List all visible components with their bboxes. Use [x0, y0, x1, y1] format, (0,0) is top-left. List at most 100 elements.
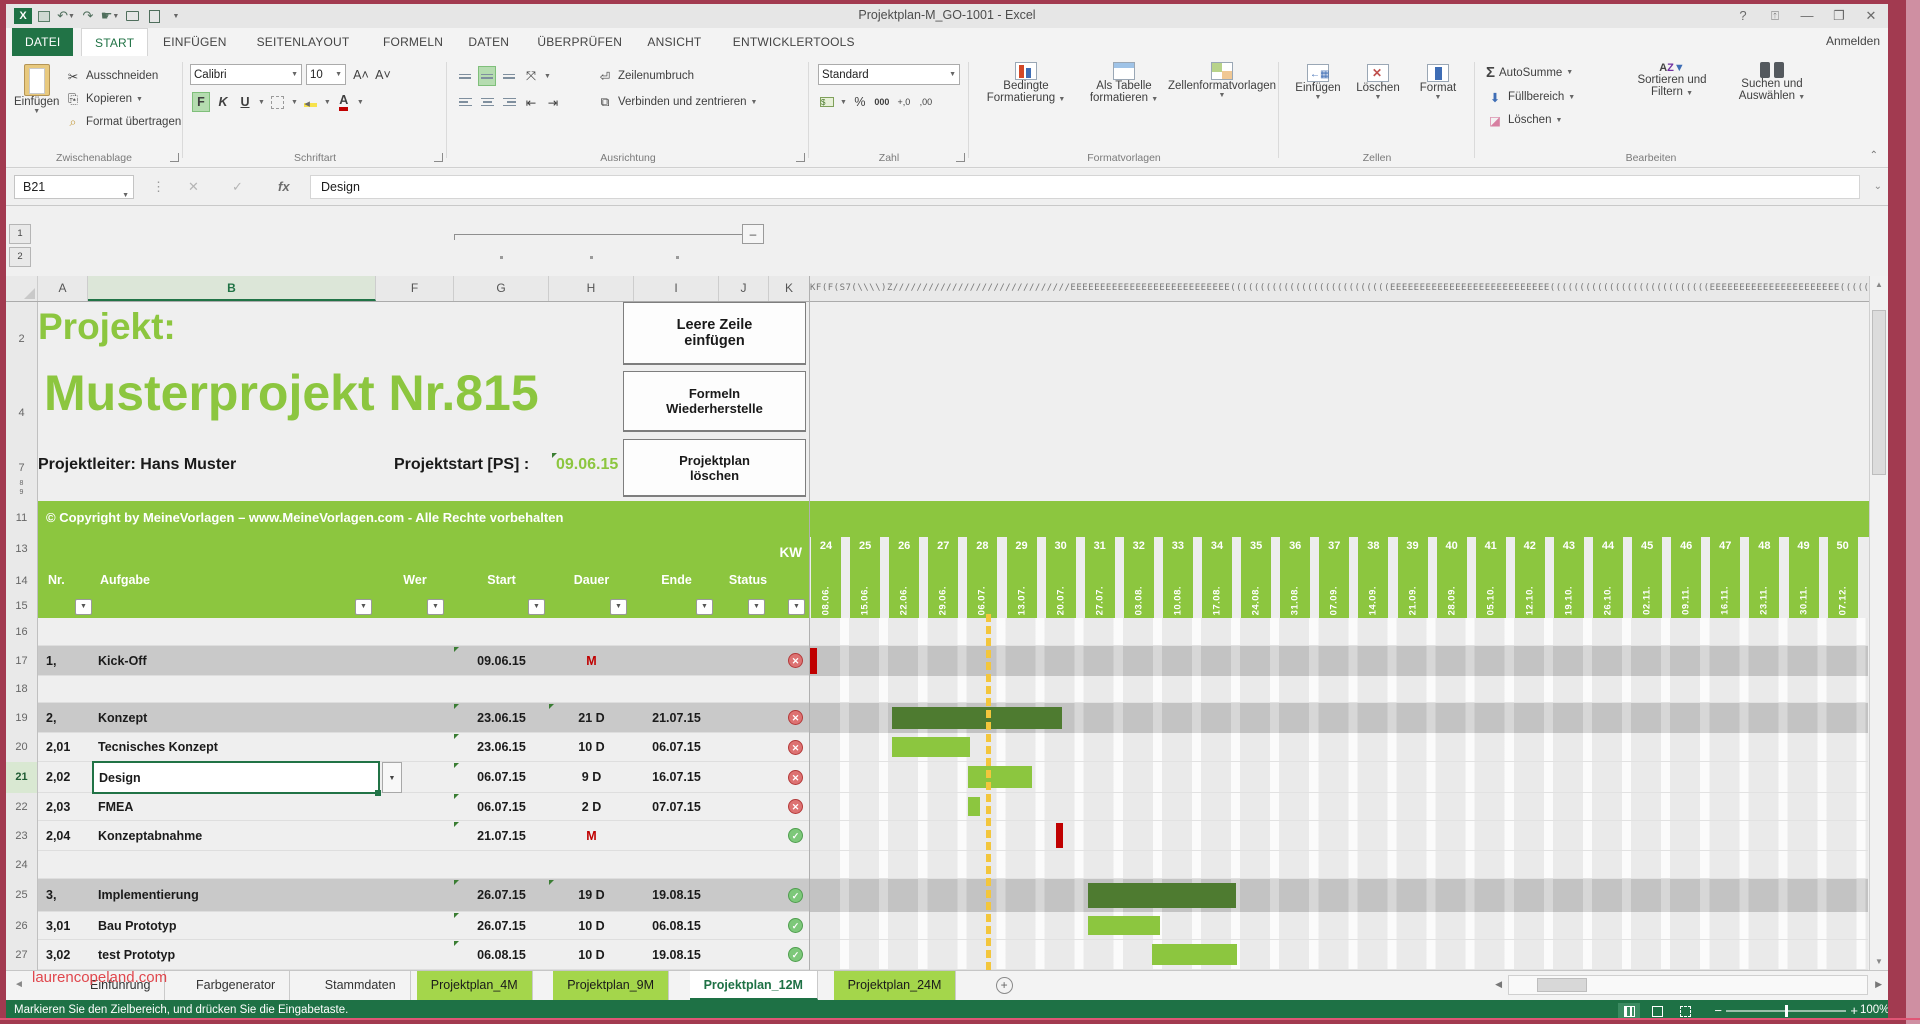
sign-in-link[interactable]: Anmelden [1826, 34, 1880, 48]
comma-style-icon[interactable]: 000 [873, 92, 891, 112]
hscroll-left-icon[interactable]: ◀ [1495, 979, 1502, 990]
font-color-icon[interactable]: A [335, 92, 353, 112]
new-sheet-button[interactable]: + [995, 977, 1013, 994]
row-header-27[interactable]: 27 [6, 940, 37, 970]
name-box[interactable]: B21 ▼ [14, 175, 134, 199]
column-header-B[interactable]: B [88, 276, 376, 301]
align-center-icon[interactable] [478, 92, 496, 112]
column-header-A[interactable]: A [38, 276, 88, 301]
sheet-tab-projektplan_4m[interactable]: Projektplan_4M [416, 971, 533, 1000]
row-header-26[interactable]: 26 [6, 912, 37, 940]
ribbon-tab-datei[interactable]: DATEI [12, 28, 74, 56]
align-top-icon[interactable] [456, 66, 474, 86]
sheet-tab-projektplan_12m[interactable]: Projektplan_12M [689, 971, 818, 1000]
find-select-button[interactable]: Suchen und Auswählen ▼ [1724, 62, 1820, 102]
row-header-21[interactable]: 21 [6, 762, 37, 793]
delete-cells-button[interactable]: ✕ Löschen ▼ [1350, 64, 1406, 101]
page-layout-view-button[interactable] [1646, 1003, 1668, 1018]
number-dialog-launcher[interactable] [956, 153, 965, 162]
orientation-icon[interactable]: ⤧ [522, 66, 540, 86]
filter-dropdown-6[interactable]: ▼ [748, 599, 765, 615]
cancel-entry-icon[interactable]: ✕ [188, 179, 199, 195]
column-header-H[interactable]: H [549, 276, 634, 301]
row-header-14[interactable]: 14 [6, 575, 37, 587]
italic-button[interactable]: K [214, 92, 232, 112]
page-break-view-button[interactable] [1674, 1003, 1696, 1018]
row-header-17[interactable]: 17 [6, 646, 37, 676]
normal-view-button[interactable] [1618, 1003, 1640, 1018]
underline-button[interactable]: U [236, 92, 254, 112]
row-header-24[interactable]: 24 [6, 851, 37, 879]
ribbon-tab-entwicklertools[interactable]: ENTWICKLERTOOLS [720, 28, 868, 56]
formula-input[interactable]: Design [310, 175, 1860, 199]
action-button-2[interactable]: Formeln Wiederherstelle [623, 371, 806, 432]
zoom-slider-handle[interactable] [1785, 1005, 1788, 1017]
number-format-combo[interactable]: Standard ▼ [818, 64, 960, 85]
conditional-formatting-button[interactable]: Bedingte Formatierung ▼ [980, 62, 1072, 104]
fill-color-icon[interactable]: ◂ [302, 92, 320, 112]
row-header-8[interactable]: 8 [6, 480, 37, 487]
merge-center-button[interactable]: ⧉ Verbinden und zentrieren ▼ [596, 92, 758, 112]
row-header-7[interactable]: 7 [6, 462, 37, 474]
filter-dropdown-0[interactable]: ▼ [75, 599, 92, 615]
sort-filter-button[interactable]: AZ▼ Sortieren und Filtern ▼ [1624, 62, 1720, 98]
sheet-tab-farbgenerator[interactable]: Farbgenerator [182, 971, 291, 1000]
outline-level-2-button[interactable]: 2 [9, 247, 31, 267]
column-header-F[interactable]: F [376, 276, 454, 301]
collapse-ribbon-icon[interactable]: ⌃ [1870, 150, 1878, 161]
column-header-I[interactable]: I [634, 276, 719, 301]
column-header-G[interactable]: G [454, 276, 549, 301]
increase-indent-icon[interactable]: ⇥ [544, 92, 562, 112]
fill-handle[interactable] [375, 790, 381, 796]
filter-dropdown-4[interactable]: ▼ [610, 599, 627, 615]
select-all-corner[interactable] [6, 276, 38, 301]
row-header-2[interactable]: 2 [6, 333, 37, 345]
formula-bar-expand-icon[interactable]: ⌄ [1874, 181, 1882, 192]
filter-dropdown-5[interactable]: ▼ [696, 599, 713, 615]
minimize-button[interactable]: — [1794, 8, 1820, 23]
font-dialog-launcher[interactable] [434, 153, 443, 162]
align-bottom-icon[interactable] [500, 66, 518, 86]
fill-button[interactable]: ⬇ Füllbereich ▼ [1486, 87, 1575, 107]
column-header-K[interactable]: K [769, 276, 810, 301]
selected-cell-dropdown-icon[interactable]: ▼ [382, 762, 402, 793]
cut-button[interactable]: ✂ Ausschneiden [64, 66, 159, 86]
autosum-button[interactable]: Σ AutoSumme ▼ [1486, 64, 1573, 81]
cell-styles-button[interactable]: Zellenformatvorlagen ▼ [1168, 62, 1276, 99]
outline-level-1-button[interactable]: 1 [9, 224, 31, 244]
scroll-down-icon[interactable]: ▼ [1872, 957, 1886, 966]
row-header-11[interactable]: 11 [6, 512, 37, 524]
zoom-in-icon[interactable]: + [1850, 1003, 1858, 1018]
close-button[interactable]: ✕ [1858, 8, 1884, 24]
sheet-nav-left-icon[interactable]: ◄ [14, 979, 24, 990]
percent-style-icon[interactable]: % [851, 92, 869, 112]
horizontal-scroll-thumb[interactable] [1537, 978, 1587, 992]
help-button[interactable]: ? [1730, 8, 1756, 23]
ribbon-tab-start[interactable]: START [81, 28, 149, 56]
insert-cells-button[interactable]: ←▦ Einfügen ▼ [1290, 64, 1346, 101]
row-header-19[interactable]: 19 [6, 703, 37, 733]
ribbon-tab-ansicht[interactable]: ANSICHT [634, 28, 714, 56]
ribbon-tab-formeln[interactable]: FORMELN [370, 28, 456, 56]
grow-shrink-font[interactable]: A˄ A˅ [352, 65, 392, 85]
vertical-scrollbar[interactable]: ▲ ▼ [1869, 276, 1888, 970]
decrease-decimal-icon[interactable]: ,00 [917, 92, 935, 112]
decrease-indent-icon[interactable]: ⇤ [522, 92, 540, 112]
filter-dropdown-1[interactable]: ▼ [355, 599, 372, 615]
row-header-4[interactable]: 4 [6, 407, 37, 419]
scroll-up-icon[interactable]: ▲ [1872, 280, 1886, 289]
sheet-tab-stammdaten[interactable]: Stammdaten [311, 971, 411, 1000]
action-button-1[interactable]: Leere Zeile einfügen [623, 302, 806, 365]
horizontal-scrollbar[interactable] [1508, 975, 1868, 995]
clear-button[interactable]: ◪ Löschen ▼ [1486, 110, 1562, 130]
filter-dropdown-3[interactable]: ▼ [528, 599, 545, 615]
confirm-entry-icon[interactable]: ✓ [232, 179, 243, 195]
row-header-23[interactable]: 23 [6, 821, 37, 851]
zoom-out-icon[interactable]: − [1714, 1003, 1722, 1018]
ribbon-tab-überprüfen[interactable]: ÜBERPRÜFEN [524, 28, 635, 56]
bold-button[interactable]: F [192, 92, 210, 112]
insert-function-icon[interactable]: fx [278, 179, 290, 194]
zoom-percentage[interactable]: 100% [1860, 1004, 1888, 1016]
align-right-icon[interactable] [500, 92, 518, 112]
hscroll-right-icon[interactable]: ▶ [1875, 979, 1882, 990]
